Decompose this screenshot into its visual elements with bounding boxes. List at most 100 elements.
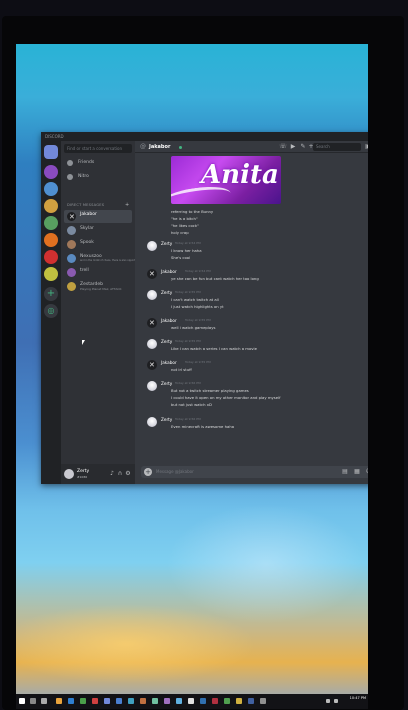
chat-header: @ Jakabor ☏ ▶ ✎ + Search ▣ ? [135, 141, 368, 153]
avatar[interactable] [147, 381, 157, 391]
app-title: DISCORD [45, 134, 64, 139]
message-input[interactable]: Message @Jakabor [156, 466, 194, 478]
app-icon[interactable] [116, 698, 122, 704]
upload-icon[interactable]: + [144, 468, 152, 476]
desktop: DISCORD + ◎ Find or start a conversation [16, 44, 368, 709]
gift-icon[interactable]: ▤ [341, 468, 349, 476]
server-icon[interactable] [44, 199, 58, 213]
nav-friends[interactable]: Friends [64, 158, 132, 168]
volume-icon[interactable] [334, 699, 338, 703]
message-timestamp: Today at 9:55 PM [175, 339, 201, 343]
server-icon[interactable] [44, 233, 58, 247]
app-icon[interactable] [140, 698, 146, 704]
avatar[interactable] [147, 417, 157, 427]
settings-icon[interactable]: ⚙ [125, 470, 131, 477]
photo-of-monitor: DISCORD + ◎ Find or start a conversation [0, 0, 408, 710]
call-icon[interactable]: ☏ [279, 143, 287, 151]
create-dm-icon[interactable]: + [125, 202, 129, 208]
microphone-icon[interactable]: ♪ [109, 470, 115, 477]
nav-nitro[interactable]: Nitro [64, 172, 132, 182]
avatar[interactable] [147, 269, 157, 279]
user-panel: Zerty #1086 ♪ ∩ ⚙ [61, 464, 135, 484]
file-explorer-icon[interactable] [56, 698, 62, 704]
search-icon[interactable] [30, 698, 36, 704]
dm-item[interactable]: Skylar [64, 224, 132, 237]
find-conversation-input[interactable]: Find or start a conversation [64, 144, 132, 153]
avatar[interactable] [147, 360, 157, 370]
message-author[interactable]: Zerty [161, 290, 172, 295]
app-icon[interactable] [152, 698, 158, 704]
dm-item[interactable]: Spook [64, 238, 132, 251]
browser-icon[interactable] [68, 698, 74, 704]
avatar[interactable] [147, 241, 157, 251]
message-author[interactable]: Zerty [161, 339, 172, 344]
app-icon[interactable] [212, 698, 218, 704]
headphones-icon[interactable]: ∩ [117, 470, 123, 477]
message-text: I could have it open on my other monitor… [171, 395, 281, 400]
message-text: Like I can watch a series I can watch a … [171, 346, 257, 351]
app-icon[interactable] [200, 698, 206, 704]
home-icon[interactable] [44, 145, 58, 159]
image-attachment[interactable]: Anita [171, 156, 281, 204]
discord-taskbar-icon[interactable] [104, 698, 110, 704]
app-icon[interactable] [260, 698, 266, 704]
avatar[interactable] [147, 290, 157, 300]
message-text: well i watch gameplays [171, 325, 216, 330]
message-text: "he is a bitch" [171, 216, 198, 221]
add-server-icon[interactable]: + [44, 287, 58, 301]
desktop-haze [166, 504, 366, 624]
friends-icon [67, 160, 73, 166]
dm-header-label: DIRECT MESSAGES [67, 203, 105, 207]
video-call-icon[interactable]: ▶ [289, 143, 297, 151]
title-bar: DISCORD [41, 132, 368, 141]
explore-icon[interactable]: ◎ [44, 304, 58, 318]
app-icon[interactable] [164, 698, 170, 704]
app-icon[interactable] [224, 698, 230, 704]
avatar [67, 226, 76, 235]
message-text: referring to the Bunny [171, 209, 214, 214]
message-author[interactable]: Jakabor [161, 360, 177, 365]
app-icon[interactable] [248, 698, 254, 704]
app-icon[interactable] [176, 698, 182, 704]
network-icon[interactable] [326, 699, 330, 703]
message-author[interactable]: Zerty [161, 381, 172, 386]
server-icon[interactable] [44, 165, 58, 179]
inbox-icon[interactable]: ▣ [364, 143, 368, 151]
server-icon[interactable] [44, 267, 58, 281]
message-text: Even minecraft is awesome haha [171, 424, 235, 429]
dm-item[interactable]: Jakabor [64, 210, 132, 223]
server-icon[interactable] [44, 182, 58, 196]
app-icon[interactable] [128, 698, 134, 704]
gif-icon[interactable]: ▦ [353, 468, 361, 476]
dm-item[interactable]: trell [64, 266, 132, 279]
message-author[interactable]: Zerty [161, 241, 172, 246]
app-icon[interactable] [188, 698, 194, 704]
message-timestamp: Today at 9:55 PM [185, 318, 211, 322]
message-author[interactable]: Jakabor [161, 269, 177, 274]
dm-item[interactable]: Zestardeb Playing Planet Maz; ATTACK [64, 280, 132, 293]
dm-item[interactable]: Nexuszoo and in the midst of chaos, ther… [64, 252, 141, 265]
message-author[interactable]: Jakabor [161, 318, 177, 323]
task-view-icon[interactable] [41, 698, 47, 704]
message-timestamp: Today at 9:54 PM [185, 269, 211, 273]
app-icon[interactable] [80, 698, 86, 704]
avatar [67, 254, 76, 263]
app-icon[interactable] [236, 698, 242, 704]
server-icon[interactable] [44, 216, 58, 230]
avatar[interactable] [147, 318, 157, 328]
emoji-icon[interactable]: ☺ [365, 468, 368, 476]
taskbar-clock[interactable]: 10:47 PM [346, 696, 366, 700]
nav-nitro-label: Nitro [78, 174, 89, 179]
pin-icon[interactable]: ✎ [299, 143, 307, 151]
message-text: "he likes cock" [171, 223, 199, 228]
dm-name: Skylar [80, 226, 94, 231]
message-author[interactable]: Zerty [161, 417, 172, 422]
message-text: ye she can be fun but cant watch her too… [171, 276, 259, 281]
search-input[interactable]: Search [313, 143, 361, 151]
app-icon[interactable] [92, 698, 98, 704]
server-icon[interactable] [44, 250, 58, 264]
message-composer[interactable]: + Message @Jakabor ▤ ▦ ☺ [141, 466, 368, 478]
nitro-icon [67, 174, 73, 180]
avatar[interactable] [147, 339, 157, 349]
start-icon[interactable] [19, 698, 25, 704]
